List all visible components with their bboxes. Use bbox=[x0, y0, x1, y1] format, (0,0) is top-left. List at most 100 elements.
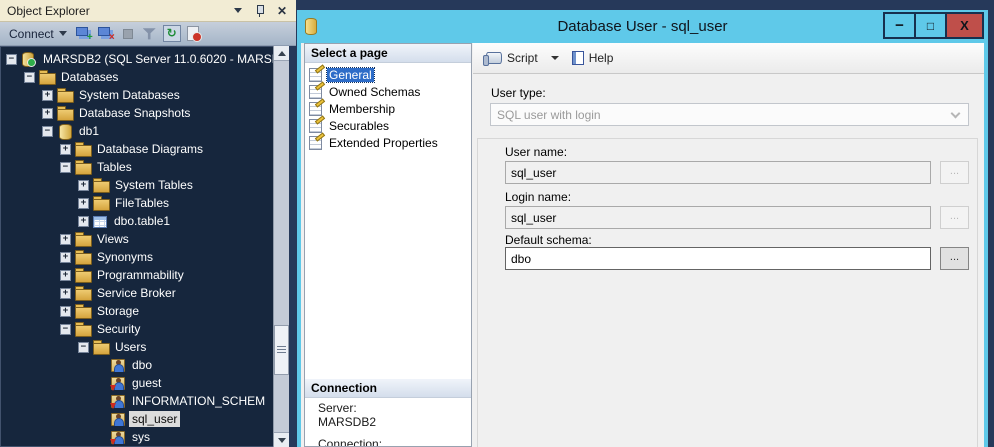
page-icon bbox=[309, 136, 322, 150]
tree-item-label: Service Broker bbox=[94, 285, 179, 301]
scroll-up-button[interactable] bbox=[274, 46, 289, 61]
tree-item-filetables[interactable]: +FileTables bbox=[1, 194, 288, 212]
tree-item-system-tables[interactable]: +System Tables bbox=[1, 176, 288, 194]
person-body bbox=[114, 418, 124, 426]
plus-expander-icon[interactable]: + bbox=[78, 180, 89, 191]
tree-item-label: Views bbox=[94, 231, 132, 247]
plus-expander-icon[interactable]: + bbox=[78, 198, 89, 209]
plus-expander-icon[interactable]: + bbox=[60, 234, 71, 245]
tree-scrollbar[interactable] bbox=[273, 46, 289, 447]
default-schema-input[interactable] bbox=[505, 247, 931, 270]
plus-expander-icon[interactable]: + bbox=[60, 252, 71, 263]
tree-item-information-schem[interactable]: INFORMATION_SCHEM bbox=[1, 392, 288, 410]
plus-expander-icon[interactable]: + bbox=[42, 108, 53, 119]
close-glyph: ✕ bbox=[277, 5, 287, 17]
indent-spacer bbox=[96, 378, 107, 389]
default-schema-browse-button[interactable]: ... bbox=[940, 247, 969, 270]
refresh-icon[interactable]: ↻ bbox=[163, 25, 181, 42]
minus-expander-icon[interactable]: − bbox=[60, 324, 71, 335]
script-dropdown-icon[interactable] bbox=[551, 56, 559, 60]
tree-item-marsdb2-sql-server-11-0-6020-marsd[interactable]: −MARSDB2 (SQL Server 11.0.6020 - MARSD bbox=[1, 50, 288, 68]
plus-expander-icon[interactable]: + bbox=[60, 306, 71, 317]
tree-item-dbo[interactable]: dbo bbox=[1, 356, 288, 374]
tree-item-label: Storage bbox=[94, 303, 142, 319]
page-item-label: Extended Properties bbox=[327, 136, 440, 150]
indent-spacer bbox=[96, 432, 107, 443]
minus-expander-icon[interactable]: − bbox=[42, 126, 53, 137]
minimize-button[interactable]: − bbox=[883, 12, 916, 39]
stop-icon[interactable] bbox=[119, 25, 137, 42]
dialog-right-pane: Script Help User type: SQL user with log… bbox=[473, 43, 984, 447]
pencil-icon bbox=[315, 81, 325, 90]
page-icon bbox=[309, 85, 322, 99]
tree-item-sql-user[interactable]: sql_user bbox=[1, 410, 288, 428]
tree-item-label: Database Diagrams bbox=[94, 141, 206, 157]
page-item-owned-schemas[interactable]: Owned Schemas bbox=[305, 83, 471, 100]
plus-expander-icon[interactable]: + bbox=[78, 216, 89, 227]
tree-item-guest[interactable]: guest bbox=[1, 374, 288, 392]
close-button[interactable]: X bbox=[945, 12, 984, 39]
folder-icon bbox=[75, 160, 90, 174]
tree-item-dbo-table1[interactable]: +dbo.table1 bbox=[1, 212, 288, 230]
tree-item-security[interactable]: −Security bbox=[1, 320, 288, 338]
dialog-content: User type: SQL user with login User name… bbox=[473, 74, 984, 447]
script-label: Script bbox=[507, 51, 538, 65]
window-position-icon[interactable] bbox=[231, 4, 245, 18]
tree-item-synonyms[interactable]: +Synonyms bbox=[1, 248, 288, 266]
window-buttons: − □ X bbox=[885, 12, 984, 39]
tree-item-label: Tables bbox=[94, 159, 135, 175]
pin-icon[interactable] bbox=[253, 4, 267, 18]
tree-item-system-databases[interactable]: + System Databases bbox=[1, 86, 288, 104]
tree-item-db1[interactable]: −db1 bbox=[1, 122, 288, 140]
help-button[interactable]: Help bbox=[569, 49, 617, 67]
scrollbar-thumb[interactable] bbox=[274, 325, 289, 375]
tree-item-views[interactable]: + Views bbox=[1, 230, 288, 248]
object-explorer-titlebar: Object Explorer ✕ bbox=[0, 0, 296, 22]
chevron-down-icon bbox=[59, 31, 67, 36]
page-item-label: Membership bbox=[327, 102, 397, 116]
tree-item-tables[interactable]: − Tables bbox=[1, 158, 288, 176]
pencil-icon bbox=[315, 132, 325, 141]
tree-item-database-snapshots[interactable]: +Database Snapshots bbox=[1, 104, 288, 122]
plus-expander-icon[interactable]: + bbox=[60, 288, 71, 299]
connect-server-icon[interactable]: + bbox=[75, 25, 93, 42]
connection-label: Connection: bbox=[318, 437, 382, 447]
folder-icon bbox=[75, 304, 90, 318]
tree-item-users[interactable]: −Users bbox=[1, 338, 288, 356]
folder-icon bbox=[75, 250, 90, 264]
red-down-arrow-icon bbox=[110, 439, 116, 445]
minus-expander-icon[interactable]: − bbox=[6, 54, 17, 65]
close-icon[interactable]: ✕ bbox=[275, 4, 289, 18]
login-name-browse-button: ... bbox=[940, 206, 969, 229]
help-label: Help bbox=[589, 51, 614, 65]
screen: Object Explorer ✕ Connect +×↻ −MARSDB2 (… bbox=[0, 0, 994, 447]
minus-expander-icon[interactable]: − bbox=[24, 72, 35, 83]
minus-expander-icon[interactable]: − bbox=[78, 342, 89, 353]
tree-item-label: System Databases bbox=[76, 87, 183, 103]
plus-expander-icon[interactable]: + bbox=[42, 90, 53, 101]
login-name-input bbox=[505, 206, 931, 229]
plus-expander-icon[interactable]: + bbox=[60, 144, 71, 155]
filter-icon[interactable] bbox=[141, 25, 159, 42]
minus-expander-icon[interactable]: − bbox=[60, 162, 71, 173]
page-item-general[interactable]: General bbox=[305, 66, 471, 83]
disconnect-server-icon[interactable]: × bbox=[97, 25, 115, 42]
connect-button[interactable]: Connect bbox=[6, 26, 70, 42]
scroll-down-button[interactable] bbox=[274, 432, 289, 447]
script-button[interactable]: Script bbox=[483, 49, 541, 67]
plus-expander-icon[interactable]: + bbox=[60, 270, 71, 281]
tree-item-storage[interactable]: + Storage bbox=[1, 302, 288, 320]
page-item-membership[interactable]: Membership bbox=[305, 100, 471, 117]
tree-item-database-diagrams[interactable]: + Database Diagrams bbox=[1, 140, 288, 158]
tree-item-service-broker[interactable]: + Service Broker bbox=[1, 284, 288, 302]
maximize-button[interactable]: □ bbox=[914, 12, 947, 39]
script-error-icon[interactable] bbox=[185, 25, 203, 42]
pin-glyph bbox=[255, 4, 265, 18]
page-item-securables[interactable]: Securables bbox=[305, 117, 471, 134]
chevron-down-icon bbox=[234, 8, 242, 13]
connect-label: Connect bbox=[9, 27, 54, 41]
tree-item-sys[interactable]: sys bbox=[1, 428, 288, 446]
tree-item-programmability[interactable]: +Programmability bbox=[1, 266, 288, 284]
page-item-extended-properties[interactable]: Extended Properties bbox=[305, 134, 471, 151]
tree-item-databases[interactable]: −Databases bbox=[1, 68, 288, 86]
